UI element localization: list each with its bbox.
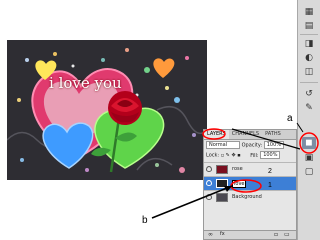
highlight-layers-icon (299, 132, 319, 154)
callout-b: b (142, 215, 148, 226)
layer-number-2: 2 (268, 168, 272, 175)
layer-number-1: 1 (268, 182, 272, 189)
callout-a: a (287, 113, 293, 124)
pointer-a (296, 122, 304, 133)
arrow-b (151, 185, 233, 219)
highlight-layer-name (230, 179, 262, 193)
annotation-overlay: 2 1 (151, 122, 319, 219)
highlight-layers-tab (202, 128, 226, 140)
connector-line (231, 128, 301, 150)
